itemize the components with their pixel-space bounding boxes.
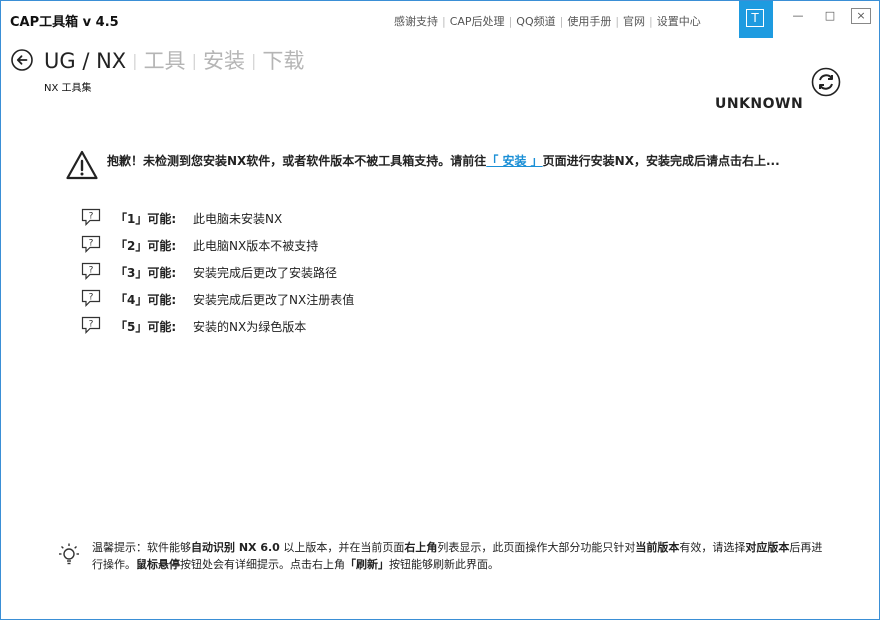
divider: |	[250, 51, 257, 70]
svg-text:?: ?	[89, 239, 94, 249]
theme-button[interactable]: T	[739, 1, 773, 38]
reason-number: 「4」可能:	[115, 293, 177, 307]
divider: |	[132, 51, 138, 70]
tip-part: 以上版本，并在当前页面	[279, 541, 405, 554]
link-website[interactable]: 官网	[623, 15, 645, 28]
reason-text: 安装完成后更改了NX注册表值	[193, 293, 355, 307]
question-bubble-icon: ?	[81, 289, 101, 307]
divider: |	[615, 15, 620, 28]
top-links: 感谢支持 | CAP后处理 | QQ频道 | 使用手册 | 官网 | 设置中心	[394, 13, 701, 29]
tab-download[interactable]: 下载	[262, 49, 304, 73]
link-thanks[interactable]: 感谢支持	[394, 15, 438, 28]
divider: |	[191, 51, 197, 70]
warning-icon	[66, 150, 98, 180]
reason-number: 「3」可能:	[115, 266, 177, 280]
tab-ug-nx[interactable]: UG / NX	[44, 49, 126, 73]
reason-text: 此电脑NX版本不被支持	[193, 239, 319, 253]
link-manual[interactable]: 使用手册	[567, 15, 611, 28]
svg-text:?: ?	[89, 293, 94, 303]
tip-part: 有效，请选择	[679, 541, 746, 554]
svg-text:?: ?	[89, 320, 94, 330]
refresh-icon[interactable]	[811, 67, 841, 97]
divider: |	[508, 15, 513, 28]
question-bubble-icon: ?	[81, 208, 101, 226]
install-link[interactable]: 「 安装 」	[486, 154, 542, 168]
lightbulb-icon	[59, 543, 79, 565]
warning-message: 抱歉！未检测到您安装NX软件，或者软件版本不被工具箱支持。请前往「 安装 」页面…	[107, 152, 780, 169]
theme-icon: T	[746, 9, 764, 27]
question-bubble-icon: ?	[81, 262, 101, 280]
svg-text:?: ?	[89, 212, 94, 222]
reason-number: 「5」可能:	[115, 320, 177, 334]
version-label[interactable]: UNKNOWN	[715, 96, 803, 112]
back-arrow-icon[interactable]	[11, 49, 33, 71]
warning-suffix: 页面进行安装NX，安装完成后请点击右上...	[542, 154, 780, 168]
reason-text: 此电脑未安装NX	[193, 212, 283, 226]
tip-part: 按钮处会有详细提示。点击右上角	[180, 558, 345, 571]
warning-prefix: 抱歉！未检测到您安装NX软件，或者软件版本不被工具箱支持。请前往	[107, 154, 487, 168]
link-settings[interactable]: 设置中心	[657, 15, 701, 28]
minimize-button[interactable]: —	[787, 7, 809, 25]
reason-text: 安装的NX为绿色版本	[193, 320, 307, 334]
svg-text:?: ?	[89, 266, 94, 276]
title-bar: CAP工具箱 v 4.5 感谢支持 | CAP后处理 | QQ频道 | 使用手册 | 官网 | 设置…	[1, 1, 879, 39]
link-cap-post[interactable]: CAP后处理	[450, 15, 505, 28]
page-subtitle: NX 工具集	[44, 83, 92, 94]
divider: |	[442, 15, 446, 28]
link-qq-channel[interactable]: QQ频道	[516, 15, 555, 28]
divider: |	[649, 15, 653, 28]
tab-install[interactable]: 安装	[203, 49, 245, 73]
tab-tools[interactable]: 工具	[144, 49, 186, 73]
tip-part: 列表显示，此页面操作大部分功能只针对	[437, 541, 636, 554]
reason-number: 「1」可能:	[115, 212, 177, 226]
tip-bold: 对应版本	[745, 541, 790, 554]
question-bubble-icon: ?	[81, 235, 101, 253]
tip-bold: 当前版本	[635, 541, 680, 554]
maximize-button[interactable]: □	[819, 7, 841, 25]
tip-part: 温馨提示：软件能够	[92, 541, 191, 554]
tip-text: 温馨提示：软件能够自动识别 NX 6.0 以上版本，并在当前页面右上角列表显示，…	[92, 539, 832, 573]
tip-part: 按钮能够刷新此界面。	[389, 558, 499, 571]
app-title: CAP工具箱 v 4.5	[10, 15, 119, 30]
reason-text: 安装完成后更改了安装路径	[193, 266, 338, 280]
question-bubble-icon: ?	[81, 316, 101, 334]
tip-bold: 「刷新」	[345, 558, 389, 571]
tip-bold: 右上角	[404, 541, 438, 554]
breadcrumb: UG / NX | 工具 | 安装 | 下载	[44, 45, 304, 75]
divider: |	[559, 15, 564, 28]
reason-number: 「2」可能:	[115, 239, 177, 253]
tip-bold: 鼠标悬停	[136, 558, 180, 571]
tip-bold: 自动识别 NX 6.0	[191, 541, 280, 554]
close-button[interactable]: ×	[851, 8, 871, 24]
